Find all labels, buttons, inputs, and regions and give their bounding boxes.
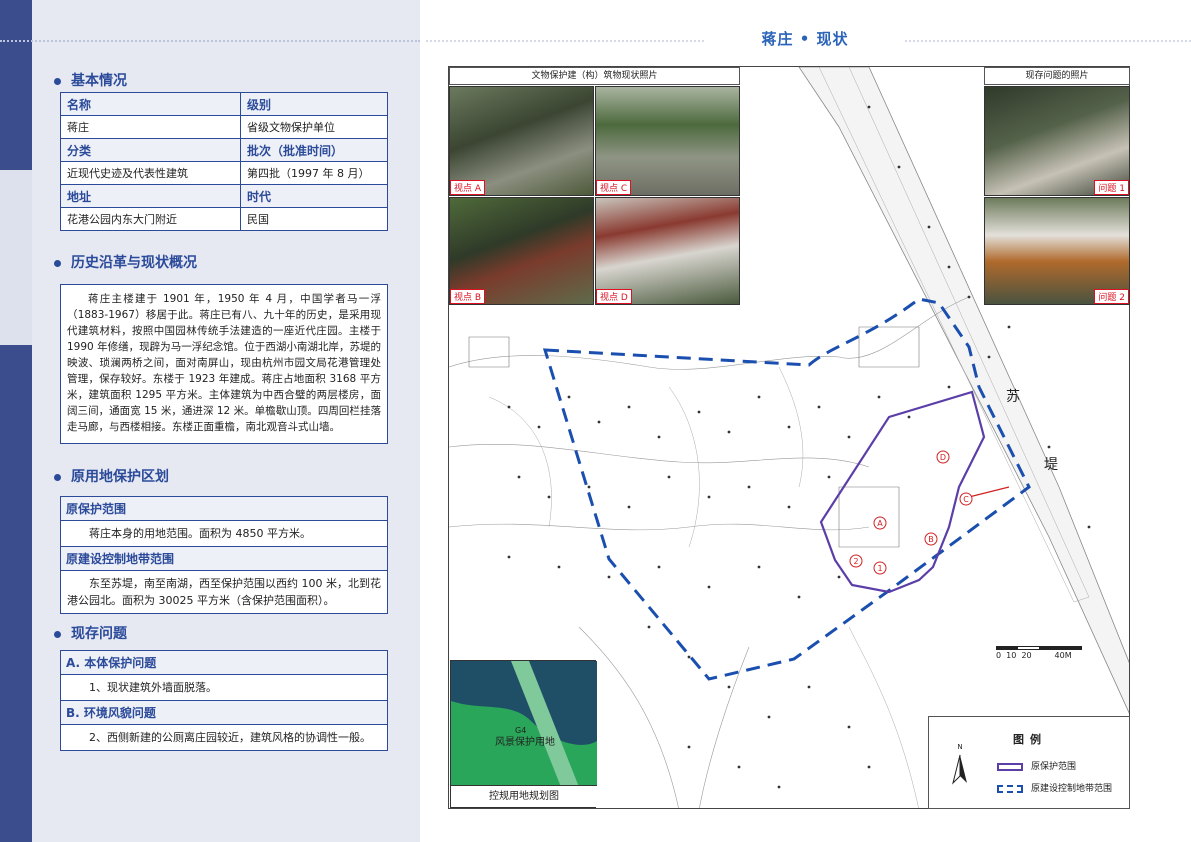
problem-b-text: 2、西侧新建的公厕离庄园较近，建筑风格的协调性一般。	[89, 731, 371, 744]
problem-a-text: 1、现状建筑外墙面脱落。	[61, 675, 387, 701]
photo-label: 视点 C	[596, 180, 632, 195]
original-range-text: 蒋庄本身的用地范围。面积为 4850 平方米。	[61, 521, 387, 547]
history-text: 蒋庄主楼建于 1901 年，1950 年 4 月，中国学者马一浮（1883-19…	[60, 284, 388, 444]
protection-list: 原保护范围 蒋庄本身的用地范围。面积为 4850 平方米。 原建设控制地带范围 …	[60, 496, 388, 614]
problems-list: A. 本体保护问题 1、现状建筑外墙面脱落。 B. 环境风貌问题 2、西侧新建的…	[60, 650, 388, 751]
map-label-su: 苏	[1006, 389, 1020, 405]
photo-problem-2: 问题 2	[984, 197, 1130, 305]
marker-c: C	[963, 495, 969, 504]
legend: 图例 N 原保护范围 原建设控制地带范围	[928, 716, 1130, 809]
legend-item-control: 原建设控制地带范围	[997, 781, 1112, 794]
inset-map: 风景保护用地 G4 控规用地规划图	[450, 660, 597, 808]
problem-a-heading: A. 本体保护问题	[61, 651, 387, 675]
section-heading-problems: 现存问题	[54, 623, 127, 643]
photo-label: 视点 D	[596, 289, 632, 304]
photo-label: 视点 A	[450, 180, 486, 195]
section-heading-history: 历史沿革与现状概况	[54, 252, 197, 272]
dotted-divider	[0, 40, 420, 42]
inset-caption: 控规用地规划图	[451, 785, 597, 807]
basic-info-table: 名称 级别 蒋庄 省级文物保护单位 分类 批次（批准时间） 近现代史迹及代表性建筑 第四…	[60, 92, 388, 231]
dotted-divider	[426, 40, 704, 42]
problem-b-heading: B. 环境风貌问题	[61, 701, 387, 725]
map-label-di: 堤	[1044, 457, 1058, 473]
original-range-heading: 原保护范围	[61, 497, 387, 521]
section-heading-basic: 基本情况	[54, 70, 127, 90]
inset-map-graphic: 风景保护用地 G4	[451, 661, 597, 787]
section-heading-protection: 原用地保护区划	[54, 466, 169, 486]
photo-viewpoint-b: 视点 B	[449, 197, 594, 305]
legend-item-protection: 原保护范围	[997, 759, 1076, 772]
svg-text:N: N	[957, 743, 962, 751]
marker-a: A	[877, 519, 883, 528]
photo-label: 问题 1	[1094, 180, 1129, 195]
inset-land-label: 风景保护用地	[495, 735, 555, 748]
dotted-divider	[905, 40, 1191, 42]
marker-b: B	[928, 535, 934, 544]
photo-label: 视点 B	[450, 289, 486, 304]
control-range-text: 东至苏堤，南至南湖，西至保护范围以西约 100 米，北到花港公园北。面积为 30…	[67, 577, 381, 607]
north-arrow-icon: N	[952, 743, 967, 785]
problem-caption-bar: 现存问题的照片	[984, 67, 1130, 85]
marker-d: D	[940, 453, 946, 462]
page-title: 蒋庄 • 现状	[761, 30, 849, 48]
marker-2: 2	[853, 557, 858, 566]
photo-label: 问题 2	[1094, 289, 1129, 304]
control-range-heading: 原建设控制地带范围	[61, 547, 387, 571]
photo-problem-1: 问题 1	[984, 86, 1130, 196]
photo-viewpoint-c: 视点 C	[595, 86, 740, 196]
photo-caption-bar: 文物保护建（构）筑物现状照片	[449, 67, 740, 85]
photo-viewpoint-d: 视点 D	[595, 197, 740, 305]
photo-viewpoint-a: 视点 A	[449, 86, 594, 196]
marker-1: 1	[877, 564, 882, 573]
scale-bar: 0 10 20 40M	[996, 646, 1082, 660]
inset-land-code: G4	[515, 726, 526, 735]
left-color-band	[0, 0, 32, 842]
